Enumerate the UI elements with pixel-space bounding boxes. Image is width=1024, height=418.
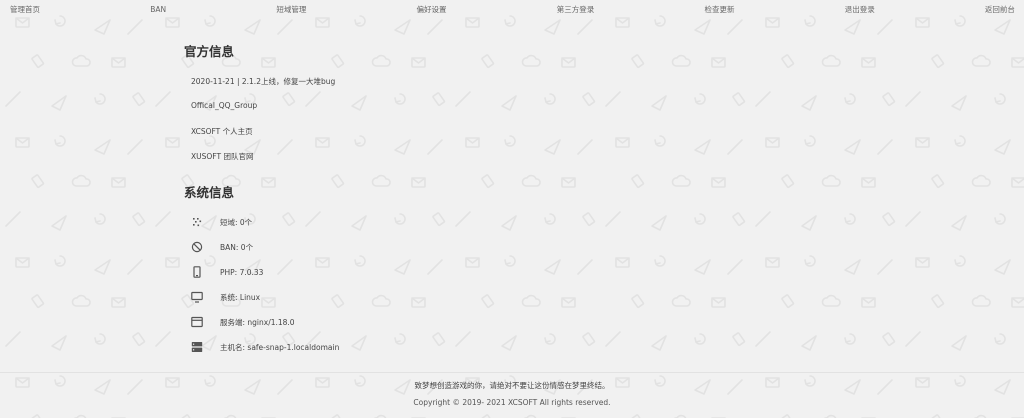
browser-window-icon (191, 316, 203, 328)
nav-item-third-party-login[interactable]: 第三方登录 (557, 4, 595, 15)
scatter-icon (191, 216, 203, 228)
system-item-text: BAN: 0个 (220, 242, 254, 252)
system-item-text: PHP: 7.0.33 (220, 267, 264, 277)
official-info-title: 官方信息 (184, 44, 235, 59)
nav-item-check-update[interactable]: 检查更新 (704, 4, 734, 15)
system-item-text: 短域: 0个 (220, 217, 253, 227)
release-note-link[interactable]: 2020-11-21 | 2.1.2上线，修复一大堆bug (191, 76, 335, 87)
server-icon (191, 341, 203, 353)
system-item-text: 系统: Linux (220, 292, 261, 302)
top-navigation: 管理首页 BAN 短域管理 偏好设置 第三方登录 检查更新 退出登录 返回前台 (0, 0, 1024, 18)
phone-icon (191, 266, 203, 278)
personal-homepage-link[interactable]: XCSOFT 个人主页 (191, 126, 253, 137)
system-item-os: 系统: Linux (191, 291, 260, 303)
system-item-hostname: 主机名: safe-snap-1.localdomain (191, 341, 339, 353)
nav-item-admin-home[interactable]: 管理首页 (10, 4, 40, 15)
system-item-text: 服务端: nginx/1.18.0 (220, 317, 295, 327)
nav-item-short-domain-management[interactable]: 短域管理 (276, 4, 306, 15)
qq-group-link[interactable]: Offical_QQ_Group (191, 101, 257, 110)
background-pattern (0, 0, 1024, 418)
system-item-ban: BAN: 0个 (191, 241, 253, 253)
footer-copyright: Copyright © 2019- 2021 XCSOFT All rights… (413, 398, 611, 407)
footer-message: 致梦想创造游戏的你，请绝对不要让这份情感在梦里终结。 (414, 381, 610, 390)
system-info-title: 系统信息 (184, 185, 235, 200)
team-website-link[interactable]: XUSOFT 团队官网 (191, 151, 253, 162)
monitor-icon (191, 291, 203, 303)
footer-divider (0, 372, 1024, 373)
system-item-short-domains: 短域: 0个 (191, 216, 252, 228)
system-item-server: 服务端: nginx/1.18.0 (191, 316, 295, 328)
nav-item-back-to-frontend[interactable]: 返回前台 (985, 4, 1015, 15)
nav-item-logout[interactable]: 退出登录 (845, 4, 875, 15)
ban-icon (191, 241, 203, 253)
nav-item-preferences[interactable]: 偏好设置 (417, 4, 447, 15)
system-item-text: 主机名: safe-snap-1.localdomain (220, 342, 340, 352)
system-item-php: PHP: 7.0.33 (191, 266, 263, 278)
nav-item-ban[interactable]: BAN (150, 5, 166, 14)
